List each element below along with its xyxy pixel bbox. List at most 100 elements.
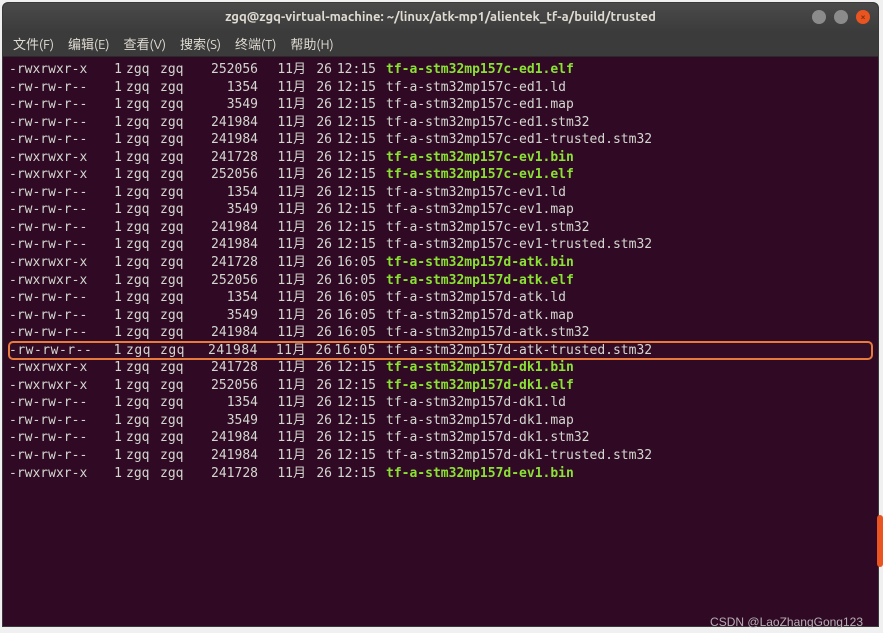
filename: tf-a-stm32mp157c-ev1-trusted.stm32 — [382, 236, 652, 254]
col-month: 11月 — [258, 324, 306, 342]
col-group: zgq — [160, 61, 198, 79]
col-owner: zgq — [122, 429, 160, 447]
filename: tf-a-stm32mp157c-ed1.map — [382, 96, 574, 114]
col-owner: zgq — [122, 166, 160, 184]
col-owner: zgq — [122, 149, 160, 167]
col-time: 16:05 — [332, 307, 382, 325]
col-size: 241728 — [198, 254, 258, 272]
listing-row: -rw-rw-r--1zgqzgq24198411月2612:15tf-a-st… — [9, 236, 872, 254]
menu-terminal[interactable]: 终端(T) — [231, 32, 280, 55]
terminal-content[interactable]: -rwxrwxr-x1zgqzgq25205611月2612:15tf-a-st… — [3, 57, 878, 626]
col-day: 26 — [306, 429, 332, 447]
col-month: 11月 — [258, 219, 306, 237]
listing-row: -rw-rw-r--1zgqzgq24198411月2612:15tf-a-st… — [9, 219, 872, 237]
col-perms: -rw-rw-r-- — [9, 79, 104, 97]
col-perms: -rwxrwxr-x — [9, 377, 104, 395]
col-day: 26 — [306, 289, 332, 307]
col-links: 1 — [104, 79, 122, 97]
col-owner: zgq — [122, 272, 160, 290]
col-owner: zgq — [122, 236, 160, 254]
col-time: 12:15 — [332, 219, 382, 237]
col-time: 12:15 — [332, 429, 382, 447]
menu-search[interactable]: 搜索(S) — [176, 32, 225, 55]
col-perms: -rw-rw-r-- — [9, 219, 104, 237]
col-day: 26 — [306, 412, 332, 430]
minimize-icon[interactable] — [812, 10, 826, 24]
col-group: zgq — [160, 201, 198, 219]
col-links: 1 — [104, 184, 122, 202]
col-perms: -rw-rw-r-- — [9, 184, 104, 202]
col-perms: -rwxrwxr-x — [9, 359, 104, 377]
col-group: zgq — [160, 412, 198, 430]
col-owner: zgq — [122, 447, 160, 465]
col-owner: zgq — [122, 61, 160, 79]
col-day: 26 — [306, 201, 332, 219]
scrollbar[interactable] — [875, 56, 879, 577]
col-group: zgq — [160, 96, 198, 114]
titlebar[interactable]: zgq@zgq-virtual-machine: ~/linux/atk-mp1… — [3, 3, 878, 31]
col-owner: zgq — [122, 96, 160, 114]
menu-help[interactable]: 帮助(H) — [286, 32, 337, 55]
col-day: 26 — [306, 394, 332, 412]
window-title: zgq@zgq-virtual-machine: ~/linux/atk-mp1… — [225, 10, 656, 24]
col-size: 241984 — [198, 447, 258, 465]
col-links: 1 — [104, 131, 122, 149]
col-links: 1 — [104, 412, 122, 430]
col-time: 16:05 — [332, 254, 382, 272]
filename: tf-a-stm32mp157d-atk.ld — [382, 289, 566, 307]
listing-row: -rw-rw-r--1zgqzgq135411月2616:05tf-a-stm3… — [9, 289, 872, 307]
col-perms: -rw-rw-r-- — [9, 412, 104, 430]
col-group: zgq — [160, 359, 198, 377]
col-links: 1 — [104, 324, 122, 342]
col-size: 3549 — [198, 201, 258, 219]
col-day: 26 — [306, 272, 332, 290]
col-links: 1 — [104, 272, 122, 290]
col-links: 1 — [104, 342, 122, 360]
listing-row: -rwxrwxr-x1zgqzgq25205611月2612:15tf-a-st… — [9, 61, 872, 79]
col-day: 26 — [306, 342, 332, 360]
col-size: 241984 — [198, 236, 258, 254]
col-size: 241984 — [198, 342, 258, 360]
col-perms: -rw-rw-r-- — [9, 114, 104, 132]
col-day: 26 — [306, 465, 332, 483]
col-day: 26 — [306, 166, 332, 184]
col-day: 26 — [306, 307, 332, 325]
col-time: 12:15 — [332, 447, 382, 465]
scroll-thumb[interactable] — [877, 515, 879, 567]
listing-row: -rw-rw-r--1zgqzgq24198411月2612:15tf-a-st… — [9, 114, 872, 132]
col-day: 26 — [306, 184, 332, 202]
filename: tf-a-stm32mp157d-ev1.bin — [382, 465, 574, 483]
col-month: 11月 — [258, 131, 306, 149]
maximize-icon[interactable] — [834, 10, 848, 24]
col-month: 11月 — [258, 429, 306, 447]
menu-view[interactable]: 查看(V) — [120, 32, 170, 55]
listing-row: -rw-rw-r--1zgqzgq354911月2616:05tf-a-stm3… — [9, 307, 872, 325]
col-perms: -rwxrwxr-x — [9, 166, 104, 184]
menu-file[interactable]: 文件(F) — [9, 32, 58, 55]
filename: tf-a-stm32mp157c-ev1.stm32 — [382, 219, 590, 237]
col-group: zgq — [160, 131, 198, 149]
col-group: zgq — [160, 236, 198, 254]
col-group: zgq — [160, 149, 198, 167]
menu-edit[interactable]: 编辑(E) — [64, 32, 113, 55]
col-owner: zgq — [122, 342, 160, 360]
col-links: 1 — [104, 166, 122, 184]
col-month: 11月 — [258, 377, 306, 395]
col-perms: -rw-rw-r-- — [9, 394, 104, 412]
col-time: 16:05 — [332, 272, 382, 290]
listing-row: -rw-rw-r--1zgqzgq135411月2612:15tf-a-stm3… — [9, 184, 872, 202]
filename: tf-a-stm32mp157d-dk1-trusted.stm32 — [382, 447, 652, 465]
col-size: 241984 — [198, 324, 258, 342]
col-group: zgq — [160, 447, 198, 465]
col-size: 1354 — [198, 184, 258, 202]
col-month: 11月 — [258, 254, 306, 272]
col-time: 12:15 — [332, 166, 382, 184]
filename: tf-a-stm32mp157c-ed1.elf — [382, 61, 574, 79]
close-icon[interactable]: × — [856, 10, 870, 24]
listing-row: -rw-rw-r--1zgqzgq354911月2612:15tf-a-stm3… — [9, 96, 872, 114]
col-group: zgq — [160, 307, 198, 325]
col-time: 12:15 — [332, 61, 382, 79]
col-perms: -rwxrwxr-x — [9, 272, 104, 290]
col-time: 12:15 — [332, 377, 382, 395]
col-perms: -rwxrwxr-x — [9, 465, 104, 483]
